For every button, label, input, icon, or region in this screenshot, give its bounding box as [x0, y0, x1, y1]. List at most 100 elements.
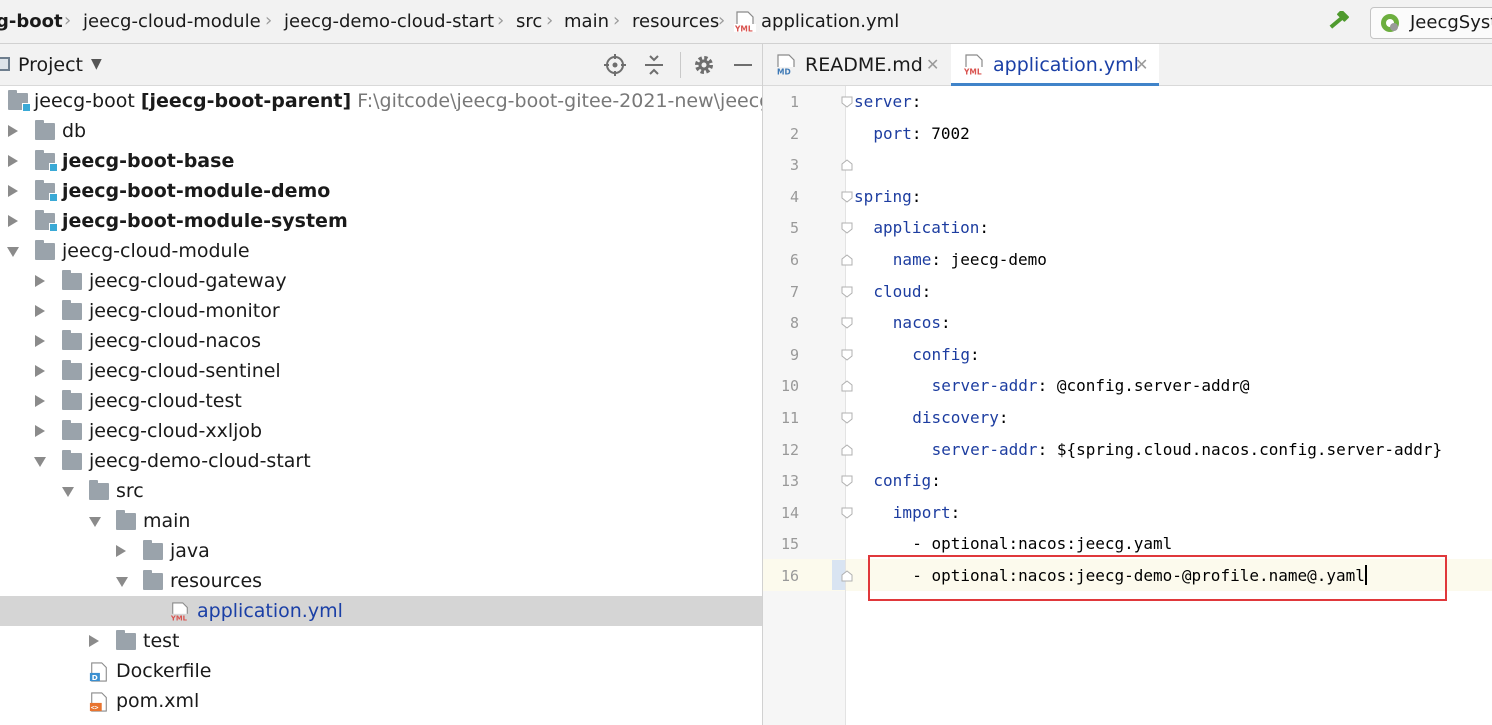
tree-row-jeecg-cloud-module[interactable]: jeecg-cloud-module	[0, 236, 762, 266]
tree-row-jeecg-cloud-monitor[interactable]: jeecg-cloud-monitor	[0, 296, 762, 326]
expand-arrow-icon[interactable]	[35, 305, 45, 317]
code-line[interactable]: spring:	[854, 181, 921, 213]
run-configuration-selector[interactable]: JeecgSyst	[1370, 7, 1492, 39]
code-line[interactable]: port: 7002	[873, 118, 969, 150]
expand-arrow-icon[interactable]	[8, 155, 18, 167]
fold-marker-icon[interactable]	[841, 570, 853, 582]
tree-row-application-yml[interactable]: YML application.yml	[0, 596, 762, 626]
yaml-value: :	[969, 344, 980, 364]
project-panel-title[interactable]: Project	[18, 44, 83, 86]
tree-row-jeecg-cloud-nacos[interactable]: jeecg-cloud-nacos	[0, 326, 762, 356]
expand-arrow-icon[interactable]	[8, 185, 18, 197]
breadcrumb-item-resources[interactable]: resources	[632, 0, 719, 44]
tree-row-jeecg-boot-module-demo[interactable]: jeecg-boot-module-demo	[0, 176, 762, 206]
tree-row-jeecg-demo-cloud-start[interactable]: jeecg-demo-cloud-start	[0, 446, 762, 476]
tab-application-yml[interactable]: YML application.yml ✕	[951, 44, 1159, 86]
chevron-down-icon[interactable]: ▼	[91, 56, 102, 72]
gear-icon[interactable]	[693, 54, 715, 76]
code-line[interactable]: discovery:	[912, 402, 1008, 434]
tree-item-label: java	[170, 540, 210, 562]
breadcrumb-item-main[interactable]: main	[564, 0, 609, 44]
collapse-arrow-icon[interactable]	[62, 487, 74, 497]
tree-row-dockerfile[interactable]: D Dockerfile	[0, 656, 762, 686]
fold-marker-icon[interactable]	[841, 317, 853, 329]
fold-marker-icon[interactable]	[841, 349, 853, 361]
breadcrumb-item-module[interactable]: jeecg-cloud-module	[83, 0, 261, 44]
tree-row-jeecg-cloud-sentinel[interactable]: jeecg-cloud-sentinel	[0, 356, 762, 386]
folder-icon	[35, 240, 55, 260]
tree-row-test[interactable]: test	[0, 626, 762, 656]
breadcrumb-item-src[interactable]: src	[516, 0, 542, 44]
gutter-divider	[845, 86, 846, 725]
code-line[interactable]: import:	[893, 497, 960, 529]
tree-item-label: jeecg-cloud-gateway	[89, 270, 287, 292]
close-icon[interactable]: ✕	[926, 44, 939, 86]
breadcrumb-item-file[interactable]: application.yml	[761, 0, 899, 44]
expand-arrow-icon[interactable]	[35, 275, 45, 287]
tree-row-db[interactable]: db	[0, 116, 762, 146]
tree-row-jeecg-cloud-gateway[interactable]: jeecg-cloud-gateway	[0, 266, 762, 296]
tree-row-src[interactable]: src	[0, 476, 762, 506]
fold-marker-icon[interactable]	[841, 412, 853, 424]
collapse-arrow-icon[interactable]	[7, 247, 19, 257]
fold-marker-icon[interactable]	[841, 507, 853, 519]
collapse-arrow-icon[interactable]	[89, 517, 101, 527]
code-line[interactable]: nacos:	[893, 307, 951, 339]
tree-row-pom-xml[interactable]: <> pom.xml	[0, 686, 762, 716]
tree-row-jeecg-boot-module-system[interactable]: jeecg-boot-module-system	[0, 206, 762, 236]
collapse-all-icon[interactable]	[643, 54, 665, 76]
fold-marker-icon[interactable]	[841, 286, 853, 298]
module-folder-icon	[35, 210, 58, 232]
breadcrumb-separator: ›	[546, 10, 554, 31]
yaml-value: :	[979, 218, 989, 238]
code-line[interactable]: server-addr: ${spring.cloud.nacos.config…	[932, 434, 1443, 466]
code-line[interactable]: name: jeecg-demo	[893, 244, 1047, 276]
expand-arrow-icon[interactable]	[35, 395, 45, 407]
minimize-icon[interactable]	[732, 54, 754, 76]
fold-marker-icon[interactable]	[841, 254, 853, 266]
breadcrumb-item-submodule[interactable]: jeecg-demo-cloud-start	[284, 0, 494, 44]
fold-marker-icon[interactable]	[841, 443, 853, 456]
code-line[interactable]: cloud:	[873, 276, 931, 308]
close-icon[interactable]: ✕	[1135, 44, 1148, 86]
collapse-arrow-icon[interactable]	[116, 577, 128, 587]
tree-row-main[interactable]: main	[0, 506, 762, 536]
expand-arrow-icon[interactable]	[35, 425, 45, 437]
breadcrumb-separator: ›	[613, 10, 621, 31]
expand-arrow-icon[interactable]	[8, 215, 18, 227]
fold-marker-icon[interactable]	[841, 159, 853, 171]
code-line[interactable]: server-addr: @config.server-addr@	[932, 370, 1250, 402]
svg-text:MD: MD	[777, 68, 791, 77]
tree-row-root[interactable]: jeecg-boot [jeecg-boot-parent] F:\gitcod…	[0, 86, 762, 116]
fold-marker-icon[interactable]	[841, 222, 853, 235]
line-number: 3	[789, 156, 799, 175]
fold-marker-icon[interactable]	[841, 380, 853, 392]
tree-row-jeecg-boot-base[interactable]: jeecg-boot-base	[0, 146, 762, 176]
breadcrumb-separator: ›	[497, 10, 505, 31]
fold-marker-icon[interactable]	[841, 96, 853, 108]
code-line[interactable]: config:	[912, 339, 979, 371]
breadcrumb-item-project[interactable]: g-boot	[0, 0, 63, 44]
hammer-icon[interactable]	[1326, 11, 1352, 33]
code-line[interactable]: application:	[873, 212, 989, 244]
tree-item-label: jeecg-cloud-sentinel	[89, 360, 281, 382]
yaml-value: :	[911, 186, 922, 206]
code-line[interactable]: config:	[873, 465, 940, 497]
expand-arrow-icon[interactable]	[116, 545, 126, 557]
collapse-arrow-icon[interactable]	[34, 457, 46, 467]
tree-row-jeecg-cloud-xxljob[interactable]: jeecg-cloud-xxljob	[0, 416, 762, 446]
expand-arrow-icon[interactable]	[89, 635, 99, 647]
fold-marker-icon[interactable]	[841, 475, 853, 487]
expand-arrow-icon[interactable]	[35, 335, 45, 347]
tree-row-resources[interactable]: resources	[0, 566, 762, 596]
code-line[interactable]: server:	[854, 86, 921, 118]
fold-marker-icon[interactable]	[841, 191, 853, 203]
locate-file-icon[interactable]	[604, 54, 626, 76]
tree-row-jeecg-cloud-test[interactable]: jeecg-cloud-test	[0, 386, 762, 416]
expand-arrow-icon[interactable]	[35, 365, 45, 377]
tab-readme-md[interactable]: MD README.md ✕	[763, 44, 945, 86]
expand-arrow-icon[interactable]	[8, 125, 18, 137]
yaml-key: cloud	[873, 281, 922, 301]
tree-item-label: jeecg-cloud-monitor	[89, 300, 280, 322]
tree-row-java[interactable]: java	[0, 536, 762, 566]
